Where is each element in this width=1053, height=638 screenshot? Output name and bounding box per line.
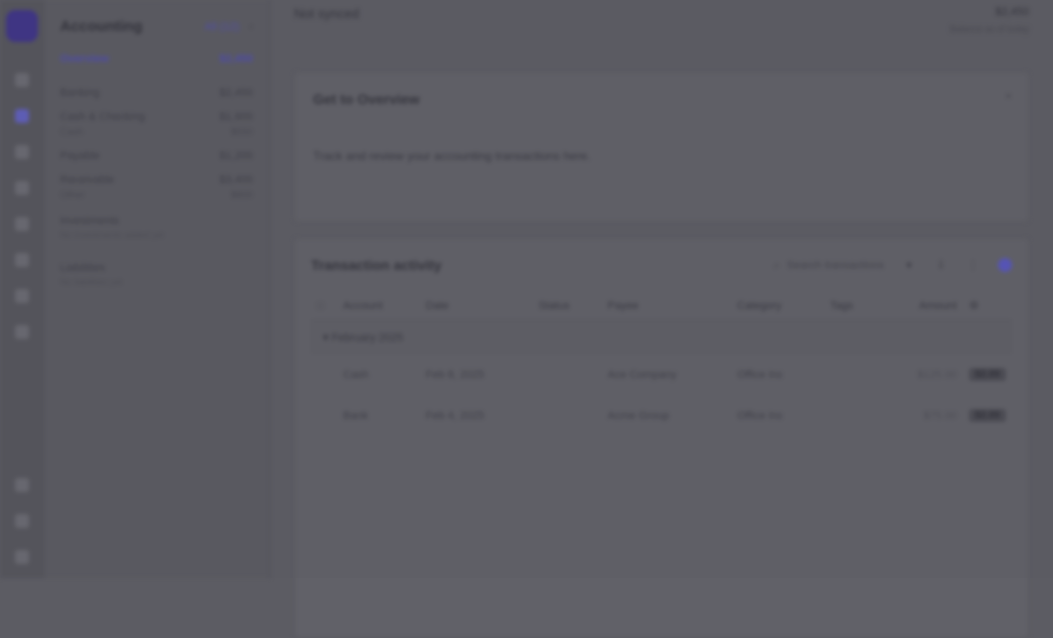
cell-category: Office Inc bbox=[736, 409, 784, 422]
app-window: Accounting All (12) ‹ Overview $2,450 Ba… bbox=[0, 0, 1053, 638]
col-status[interactable]: Status bbox=[532, 291, 602, 321]
balance-caption: Balance as of today bbox=[949, 24, 1029, 34]
users-icon[interactable] bbox=[14, 217, 29, 231]
add-transaction-button[interactable]: + bbox=[998, 258, 1012, 272]
close-icon[interactable]: × bbox=[1005, 89, 1012, 103]
settings-icon[interactable] bbox=[14, 514, 29, 528]
amount-badge: $2.00 bbox=[968, 368, 1006, 381]
activity-title: Transaction activity bbox=[311, 257, 442, 273]
balance-summary: $2,450 Balance as of today bbox=[950, 6, 1029, 34]
export-icon[interactable]: ⇩ bbox=[934, 258, 948, 272]
sidebar-item-value: $800 bbox=[230, 190, 253, 201]
col-tags[interactable]: Tags bbox=[824, 291, 881, 321]
sidebar-item-label: Receivable bbox=[60, 174, 115, 186]
sidebar-item-value: $2,450 bbox=[219, 53, 253, 65]
main-content: Not synced $2,450 Balance as of today Ge… bbox=[270, 0, 1053, 638]
sidebar-item-value: $3,400 bbox=[219, 174, 253, 186]
cell-amount: $75.00 bbox=[923, 409, 957, 422]
cell-status bbox=[533, 395, 602, 436]
sidebar-group-sub: No investments added yet bbox=[60, 230, 165, 240]
balance-value: $2,450 bbox=[995, 6, 1029, 18]
cell-category: Office Inc bbox=[736, 368, 784, 381]
sidebar-item-payable[interactable]: Payable $1,200 bbox=[60, 150, 253, 162]
sidebar-item-value: $2,450 bbox=[219, 87, 253, 99]
sidebar-item-value: $1,900 bbox=[219, 111, 253, 123]
amount-badge: $2.00 bbox=[968, 409, 1006, 422]
sidebar-item-label: Cash & Checking bbox=[60, 111, 145, 123]
sidebar-filter-link[interactable]: All (12) bbox=[204, 21, 239, 33]
sidebar-item-receivable[interactable]: Receivable $3,400 bbox=[60, 174, 253, 186]
cell-tags bbox=[824, 395, 880, 436]
overview-card-title: Get to Overview bbox=[313, 91, 420, 107]
accounting-icon[interactable] bbox=[14, 109, 29, 123]
col-amount[interactable]: Amount bbox=[880, 291, 963, 321]
col-date[interactable]: Date bbox=[419, 291, 533, 321]
overview-card-description: Track and review your accounting transac… bbox=[313, 149, 591, 163]
cell-account: Bank bbox=[343, 409, 369, 422]
sidebar-item-cash-checking[interactable]: Cash & Checking $1,900 bbox=[60, 111, 253, 123]
sidebar-group-label: Liabilities bbox=[60, 262, 106, 274]
search-placeholder: Search transactions bbox=[786, 259, 884, 272]
activity-card: Transaction activity ⌕ Search transactio… bbox=[294, 238, 1029, 638]
more-icon[interactable]: ⋮ bbox=[966, 258, 980, 272]
sidebar-item-label: Overview bbox=[60, 53, 109, 65]
sidebar-item-value: $550 bbox=[230, 127, 253, 138]
topbar: Not synced $2,450 Balance as of today bbox=[294, 0, 1029, 46]
sidebar-item-label: Cash bbox=[60, 127, 84, 138]
profile-icon[interactable] bbox=[14, 550, 29, 564]
sidebar-group-liabilities[interactable]: Liabilities No liabilities yet bbox=[60, 262, 253, 287]
table-row[interactable]: Cash Feb 8, 2025 Ace Company Office Inc … bbox=[311, 354, 1012, 395]
col-payee[interactable]: Payee bbox=[601, 291, 731, 321]
sidebar-item-overview[interactable]: Overview $2,450 bbox=[60, 53, 253, 65]
app-logo[interactable] bbox=[5, 10, 38, 42]
sidebar-item-label: Payable bbox=[60, 150, 100, 162]
home-icon[interactable] bbox=[14, 73, 29, 87]
chart-icon[interactable] bbox=[14, 181, 29, 195]
table-group-row[interactable]: ▾ February 2025 bbox=[311, 320, 1012, 354]
sidebar-header: Accounting All (12) ‹ bbox=[60, 18, 253, 35]
search-transactions[interactable]: ⌕ Search transactions bbox=[770, 258, 884, 272]
sidebar: Accounting All (12) ‹ Overview $2,450 Ba… bbox=[44, 0, 270, 578]
sidebar-group-investments[interactable]: Investments No investments added yet bbox=[60, 215, 253, 240]
filter-icon[interactable]: ▾ bbox=[902, 258, 916, 272]
cell-payee: Ace Company bbox=[607, 368, 677, 381]
group-chevron-icon: ▾ bbox=[323, 332, 332, 344]
sidebar-item-banking[interactable]: Banking $2,450 bbox=[60, 87, 253, 99]
cell-date: Feb 8, 2025 bbox=[425, 368, 485, 381]
sidebar-item-value: $1,200 bbox=[219, 150, 253, 162]
sidebar-group-label: Investments bbox=[60, 215, 120, 227]
group-label: February 2025 bbox=[331, 332, 404, 344]
sidebar-item-label: Banking bbox=[60, 87, 100, 99]
table-row[interactable]: Bank Feb 4, 2025 Acme Group Office Inc $… bbox=[311, 395, 1012, 436]
calendar-icon[interactable] bbox=[14, 253, 29, 267]
overview-card: Get to Overview × Track and review your … bbox=[294, 72, 1029, 222]
collapse-chevron-icon[interactable]: ‹ bbox=[249, 21, 253, 33]
check-icon[interactable] bbox=[14, 289, 29, 303]
icon-rail bbox=[0, 0, 44, 578]
select-all-checkbox[interactable]: □ bbox=[317, 300, 324, 312]
table-header-row: □ Account Date Status Payee Category Tag… bbox=[311, 291, 1012, 321]
sidebar-group-sub: No liabilities yet bbox=[60, 277, 123, 287]
settings-icon[interactable]: ⚙ bbox=[969, 300, 979, 312]
cell-date: Feb 4, 2025 bbox=[425, 409, 485, 422]
transactions-table: □ Account Date Status Payee Category Tag… bbox=[311, 291, 1012, 436]
sidebar-item-other[interactable]: Other $800 bbox=[60, 190, 253, 201]
cell-tags bbox=[824, 354, 880, 395]
cell-status bbox=[533, 354, 602, 395]
cell-payee: Acme Group bbox=[607, 409, 670, 422]
sidebar-item-label: Other bbox=[60, 190, 86, 201]
breadcrumb: Not synced bbox=[294, 6, 360, 21]
col-account[interactable]: Account bbox=[337, 291, 420, 321]
cell-amount: $125.00 bbox=[917, 368, 957, 381]
cell-account: Cash bbox=[343, 368, 369, 381]
search-icon: ⌕ bbox=[773, 257, 781, 272]
inbox-icon[interactable] bbox=[14, 325, 29, 339]
documents-icon[interactable] bbox=[14, 145, 29, 159]
col-category[interactable]: Category bbox=[730, 291, 824, 321]
sidebar-item-cash[interactable]: Cash $550 bbox=[60, 127, 253, 138]
sidebar-title: Accounting bbox=[60, 18, 143, 35]
help-icon[interactable] bbox=[14, 478, 29, 492]
